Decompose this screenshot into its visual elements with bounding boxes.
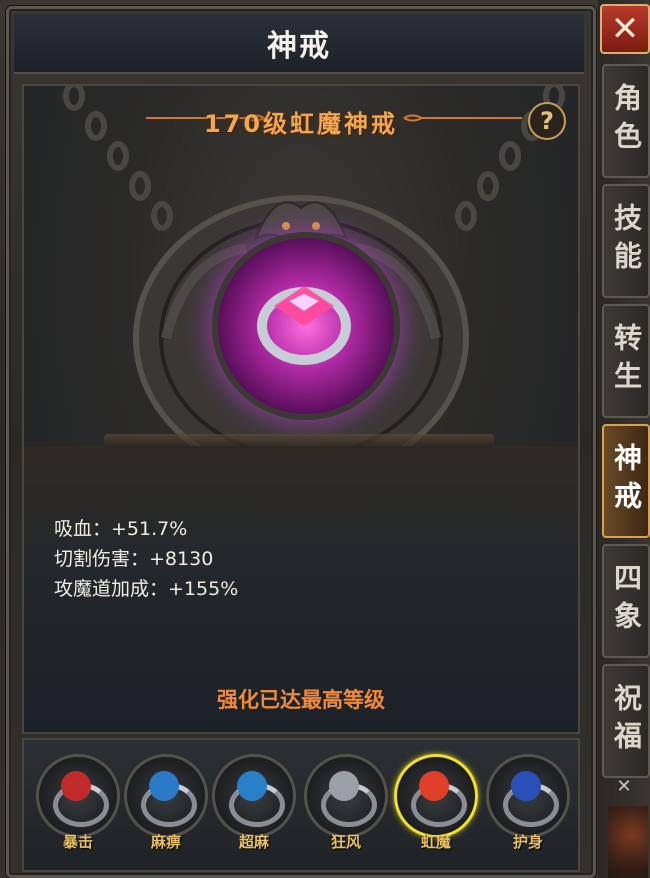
ring-slot-protection[interactable]: 护身	[486, 754, 570, 851]
ring-panel: 神戒 170级虹魔神戒 ? 吸血：+51.7% 切割伤害：+8130 攻魔道加成…	[0, 0, 600, 878]
ring-selector-bar: 暴击 麻痹 超麻 狂风 虹魔 护身	[22, 738, 580, 872]
protection-gem-icon	[511, 771, 541, 801]
help-button[interactable]: ?	[528, 102, 566, 140]
crit-gem-icon	[61, 771, 91, 801]
tab-rebirth[interactable]: 转生	[602, 304, 650, 418]
side-ornament	[608, 806, 648, 878]
slot-label: 虹魔	[420, 833, 451, 851]
window-title: 神戒	[267, 29, 331, 64]
side-tab-bar: ✕ 角色 技能 转生 神戒 四象 祝福 ✕	[598, 0, 650, 878]
stat-cut-damage: 切割伤害：+8130	[54, 548, 214, 570]
slot-label: 暴击	[62, 833, 93, 851]
tab-divine-ring[interactable]: 神戒	[602, 424, 650, 538]
gale-gem-icon	[329, 771, 359, 801]
slot-label: 超麻	[238, 833, 269, 851]
ring-slot-rainbow[interactable]: 虹魔	[394, 754, 478, 851]
paralysis-gem-icon	[149, 771, 179, 801]
max-level-status: 强化已达最高等级	[217, 688, 385, 712]
ring-display: 170级虹魔神戒 ? 吸血：+51.7% 切割伤害：+8130 攻魔道加成：+1…	[22, 84, 580, 734]
tab-character[interactable]: 角色	[602, 64, 650, 178]
slot-label: 麻痹	[150, 833, 181, 851]
ring-slot-paralysis[interactable]: 麻痹	[124, 754, 208, 851]
side-close-icon[interactable]: ✕	[602, 776, 646, 806]
ring-slot-crit[interactable]: 暴击	[36, 754, 120, 851]
stat-attack-bonus: 攻魔道加成：+155%	[54, 578, 239, 600]
ring-slot-gale[interactable]: 狂风	[304, 754, 388, 851]
ring-band-icon	[257, 286, 351, 365]
tab-skills[interactable]: 技能	[602, 184, 650, 298]
super-paralysis-gem-icon	[237, 771, 267, 801]
close-button[interactable]: ✕	[600, 4, 650, 54]
help-icon: ?	[540, 107, 554, 135]
title-bar: 神戒	[14, 14, 584, 74]
stat-lifesteal: 吸血：+51.7%	[54, 518, 188, 540]
stat-list: 吸血：+51.7% 切割伤害：+8130 攻魔道加成：+155%	[54, 514, 238, 604]
tab-blessing[interactable]: 祝福	[602, 664, 650, 778]
title-ornament-right-icon	[403, 114, 522, 122]
slot-label: 狂风	[330, 833, 361, 851]
tab-four-symbols[interactable]: 四象	[602, 544, 650, 658]
ring-slot-super-paralysis[interactable]: 超麻	[212, 754, 296, 851]
close-icon: ✕	[610, 9, 640, 49]
slot-label: 护身	[512, 833, 543, 851]
rainbow-gem-icon	[419, 771, 449, 801]
ledge	[104, 434, 494, 448]
